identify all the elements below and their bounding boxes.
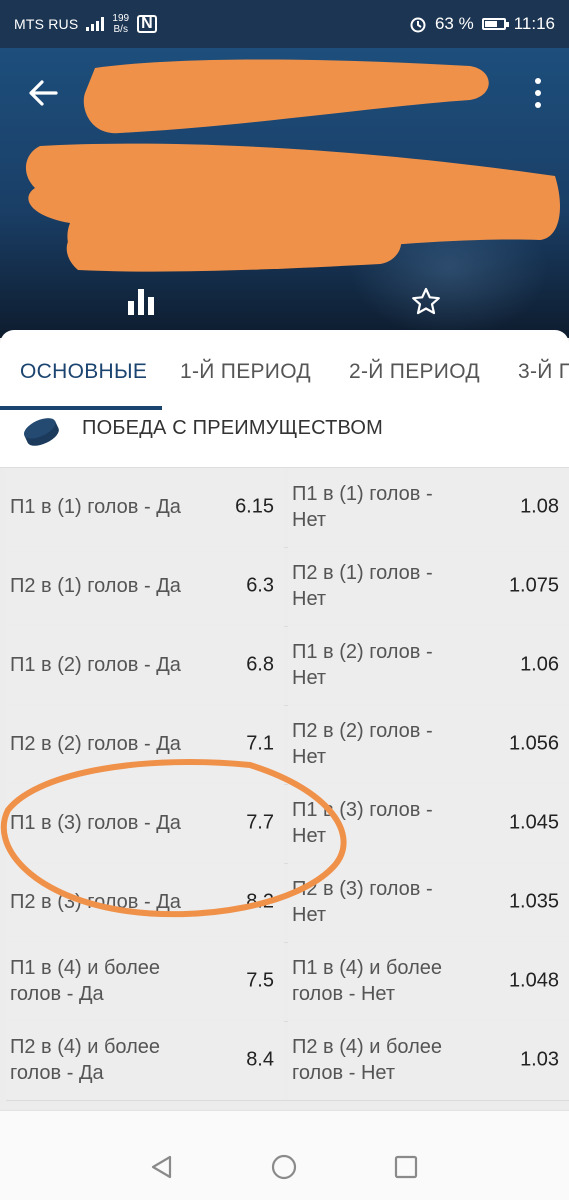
battery-percent: 63 % — [434, 14, 474, 33]
bet-name: П2 в (2) голов - Нет — [292, 720, 433, 768]
speed-value: 199 — [112, 13, 130, 24]
bet-name: П2 в (1) голов - Да — [10, 575, 181, 597]
bet-option[interactable]: П1 в (1) голов - Нет 1.08 — [288, 468, 569, 546]
bet-odd: 7.7 — [246, 811, 274, 834]
bet-name: П1 в (3) голов - Нет — [292, 799, 433, 847]
tab-period-1[interactable]: 1-Й ПЕРИОД — [180, 360, 311, 384]
bet-name: П1 в (2) голов - Да — [10, 654, 181, 676]
bet-option[interactable]: П1 в (4) и более голов - Да 7.5 — [6, 942, 284, 1020]
bet-name: П2 в (4) и более голов - Да — [10, 1036, 161, 1084]
bet-name: П1 в (1) голов - Нет — [292, 483, 433, 531]
market-tabs: ОСНОВНЫЕ 1-Й ПЕРИОД 2-Й ПЕРИОД 3-Й П — [0, 330, 569, 410]
bet-option[interactable]: П1 в (3) голов - Да 7.7 — [6, 784, 284, 862]
bet-name: П2 в (3) голов - Нет — [292, 878, 433, 926]
bet-option[interactable]: П2 в (4) и более голов - Да 8.4 — [6, 1021, 284, 1099]
system-nav-bar — [0, 1110, 569, 1200]
bet-name: П2 в (1) голов - Нет — [292, 562, 433, 610]
bet-option[interactable]: П2 в (2) голов - Да 7.1 — [6, 705, 284, 783]
signal-icon — [86, 17, 105, 31]
bet-option[interactable]: П2 в (2) голов - Нет 1.056 — [288, 705, 569, 783]
bet-odd: 1.08 — [520, 495, 559, 518]
tab-period-3[interactable]: 3-Й П — [518, 360, 569, 384]
market-section-header[interactable]: ПОБЕДА С ПРЕИМУЩЕСТВОМ — [0, 410, 569, 468]
bet-odd: 8.2 — [246, 890, 274, 913]
bet-name: П1 в (2) голов - Нет — [292, 641, 433, 689]
nav-recents-icon[interactable] — [392, 1153, 420, 1181]
bet-name: П1 в (1) голов - Да — [10, 496, 181, 518]
star-outline-icon[interactable] — [410, 286, 442, 318]
market-row: П1 в (2) голов - Да 6.8 П1 в (2) голов - … — [0, 626, 569, 706]
section-title: ПОБЕДА С ПРЕИМУЩЕСТВОМ — [82, 417, 384, 439]
bet-name: П1 в (4) и более голов - Нет — [292, 957, 443, 1005]
bet-option[interactable]: П2 в (3) голов - Нет 1.035 — [288, 863, 569, 941]
bet-option[interactable]: П2 в (4) и более голов - Нет 1.03 — [288, 1021, 569, 1099]
bet-odd: 1.075 — [508, 574, 559, 597]
bet-odd: 7.1 — [246, 732, 274, 755]
market-row: П2 в (1) голов - Да 6.3 П2 в (1) голов - … — [0, 547, 569, 627]
more-vertical-icon[interactable] — [533, 78, 543, 108]
carrier-name: MTS RUS — [14, 16, 79, 32]
market-row: П2 в (4) и более голов - Да 8.4 П2 в (4) … — [0, 1021, 569, 1101]
bet-odd: 7.5 — [246, 969, 274, 992]
bet-odd: 6.15 — [235, 495, 274, 518]
market-row: П1 в (4) и более голов - Да 7.5 П1 в (4) … — [0, 942, 569, 1022]
bet-option[interactable]: П2 в (1) голов - Да 6.3 — [6, 547, 284, 625]
bet-option[interactable]: П1 в (2) голов - Нет 1.06 — [288, 626, 569, 704]
nav-back-icon[interactable] — [148, 1153, 176, 1181]
bet-odd: 1.06 — [520, 653, 559, 676]
alarm-icon — [410, 17, 426, 33]
clock: 11:16 — [513, 14, 555, 33]
bet-option[interactable]: П1 в (4) и более голов - Нет 1.048 — [288, 942, 569, 1020]
tab-main[interactable]: ОСНОВНЫЕ — [20, 360, 147, 384]
battery-icon — [481, 18, 509, 30]
bet-option[interactable]: П1 в (1) голов - Да 6.15 — [6, 468, 284, 546]
market-row: П1 в (1) голов - Да 6.15 П1 в (1) голов -… — [0, 468, 569, 548]
bet-name: П2 в (3) голов - Да — [10, 891, 181, 913]
bet-name: П1 в (4) и более голов - Да — [10, 957, 161, 1005]
bet-option[interactable]: П2 в (1) голов - Нет 1.075 — [288, 547, 569, 625]
event-header — [0, 48, 569, 338]
bet-odd: 1.045 — [508, 811, 559, 834]
back-arrow-icon[interactable] — [26, 76, 60, 110]
bet-odd: 1.035 — [508, 890, 559, 913]
market-row: П2 в (3) голов - Да 8.2 П2 в (3) голов - … — [0, 863, 569, 943]
network-speed: 199 B/s — [112, 13, 129, 35]
hockey-puck-icon — [23, 418, 59, 446]
tab-period-2[interactable]: 2-Й ПЕРИОД — [349, 360, 480, 384]
bet-name: П2 в (2) голов - Да — [10, 733, 181, 755]
bet-name: П2 в (4) и более голов - Нет — [292, 1036, 443, 1084]
bet-odd: 6.8 — [246, 653, 274, 676]
bet-odd: 6.3 — [246, 574, 274, 597]
bet-option[interactable]: П2 в (3) голов - Да 8.2 — [6, 863, 284, 941]
bet-odd: 1.048 — [508, 969, 559, 992]
market-row: П2 в (2) голов - Да 7.1 П2 в (2) голов - … — [0, 705, 569, 785]
bar-chart-icon[interactable] — [128, 289, 156, 315]
bet-name: П1 в (3) голов - Да — [10, 812, 181, 834]
nfc-icon: N — [137, 15, 157, 33]
speed-unit: B/s — [113, 24, 128, 35]
bet-odd: 1.056 — [508, 732, 559, 755]
bet-option[interactable]: П1 в (3) голов - Нет 1.045 — [288, 784, 569, 862]
bet-odd: 8.4 — [246, 1048, 274, 1071]
status-bar: MTS RUS 199 B/s N 63 % 11:16 — [0, 0, 569, 48]
market-row: П1 в (3) голов - Да 7.7 П1 в (3) голов - … — [0, 784, 569, 864]
nav-home-icon[interactable] — [270, 1153, 298, 1181]
redaction-scribble — [25, 59, 561, 272]
bet-option[interactable]: П1 в (2) голов - Да 6.8 — [6, 626, 284, 704]
bet-odd: 1.03 — [520, 1048, 559, 1071]
